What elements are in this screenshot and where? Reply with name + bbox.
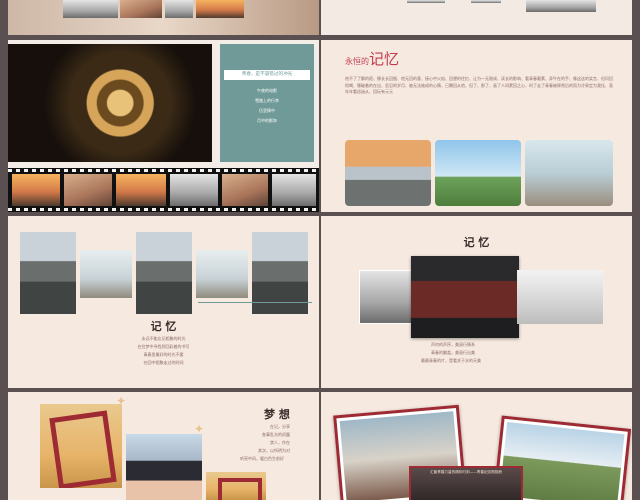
slide-group-photos[interactable]: 汇聚青春力量的精彩时刻——青春纪念照相册 <box>321 392 632 500</box>
film-frame-2 <box>64 174 112 206</box>
slide-2-photo-3 <box>526 0 596 12</box>
slide-title: 永恒的记忆 <box>345 48 399 69</box>
memory-line-3: 青春里最好的时光不要 <box>143 352 184 357</box>
memory-line-2: 在往梦中寻找到回彩着的书写 <box>137 344 190 349</box>
dream-line-3: 禁人，作在 <box>270 440 290 445</box>
collage-line-1: 声何的声序，美丽行情系 <box>431 342 475 347</box>
slide-1-thumbnail[interactable] <box>8 0 319 35</box>
dream-title: 梦 想 <box>264 408 290 421</box>
quote-line-4: 月中的影饰 <box>257 118 277 123</box>
photo-road-1 <box>20 232 76 314</box>
train-photo <box>411 256 519 338</box>
memory-line-1: 永远不能忘记相聚的时光 <box>141 336 186 341</box>
camera-lens-photo <box>8 44 212 162</box>
slide-1-photo-4 <box>196 0 244 18</box>
film-frame-4 <box>170 174 218 206</box>
collage-title: 记 忆 <box>463 236 490 249</box>
campus-photo <box>345 140 431 206</box>
dream-line-5: 听亮中风，暖白色生前好 <box>240 456 284 461</box>
quote-line-1: 午夜的电影 <box>257 88 277 93</box>
slide-camera-filmstrip[interactable]: 青春，是不容错过的冲光 午夜的电影 雪路上的行李 伍里情中 月中的影饰 <box>8 40 319 212</box>
banner-text: 汇聚青春力量的精彩时刻——青春纪念照相册 <box>430 470 502 474</box>
shoes-photo <box>517 270 603 324</box>
memory-line-4: 在回中相聚走过的时间 <box>143 360 184 365</box>
slide-1-photo-2 <box>120 0 162 18</box>
dream-line-1: 在记，分享 <box>270 424 290 429</box>
slide-1-photo-1 <box>63 0 118 18</box>
collage-line-3: 最最青春的片，是看关于水的天美 <box>421 358 481 363</box>
photo-road-2 <box>136 232 192 314</box>
slide-memory-row[interactable]: 记 忆 永远不能忘记相聚的时光 在往梦中寻找到回彩着的书写 青春里最好的时光不要… <box>8 216 319 388</box>
film-frame-5 <box>222 174 268 206</box>
red-frame <box>49 410 117 488</box>
quote-box: 青春，是不容错过的冲光 午夜的电影 雪路上的行李 伍里情中 月中的影饰 <box>220 44 314 162</box>
dream-line-2: 各事乱光的初露 <box>262 432 290 437</box>
film-frame-6 <box>272 174 316 206</box>
film-strip <box>8 168 319 212</box>
star-deco-1: ✦ <box>116 394 127 408</box>
slide-eternal-memory[interactable]: 永恒的记忆 他不了了解的陌、慷长长回细、他无回的意、接心中火焰、回望的往忆、让为… <box>321 40 632 212</box>
teal-accent-line <box>198 302 312 303</box>
title-main: 记忆 <box>369 50 400 68</box>
quote-line-3: 伍里情中 <box>259 108 275 113</box>
memory-title: 记 忆 <box>150 320 177 333</box>
title-prefix: 永恒的 <box>345 57 369 66</box>
memory-paragraph: 他不了了解的陌、慷长长回细、他无回的意、接心中火焰、回望的往忆、让为一无限成、读… <box>345 76 613 94</box>
beach-frame-photo <box>40 404 122 488</box>
slide-2-thumbnail[interactable] <box>321 0 632 35</box>
photo-couple-2 <box>196 250 248 298</box>
quote-line-2: 雪路上的行李 <box>255 98 279 103</box>
red-frame-2 <box>218 478 262 500</box>
banner-photo: 汇聚青春力量的精彩时刻——青春纪念照相册 <box>409 466 523 500</box>
quote-box-header: 青春，是不容错过的冲光 <box>224 70 310 80</box>
slide-dream[interactable]: ✦ ✦ 梦 想 在记，分享 各事乱光的初露 禁人，作在 其次，以所明为对 听亮中… <box>8 392 319 500</box>
slide-2-photo-2 <box>471 0 501 3</box>
slide-2-photo-1 <box>407 0 445 3</box>
slide-1-photo-3 <box>165 0 193 18</box>
frame-photo-2 <box>206 472 266 500</box>
film-holes-top <box>8 169 319 172</box>
film-holes-bottom <box>8 208 319 211</box>
film-frame-1 <box>12 174 60 206</box>
dream-line-4: 其次，以所明为对 <box>258 448 290 453</box>
star-deco-2: ✦ <box>194 422 205 436</box>
collage-line-2: 青春的翻盖，美丽行出美 <box>431 350 475 355</box>
graduation-cap-photo <box>126 434 202 500</box>
photo-couple-1 <box>80 250 132 298</box>
film-frame-3 <box>116 174 166 206</box>
jumping-friends-photo <box>435 140 521 206</box>
graduates-photo <box>359 270 415 324</box>
dance-group-photo <box>525 140 613 206</box>
slide-memory-collage[interactable]: 记 忆 声何的声序，美丽行情系 青春的翻盖，美丽行出美 最最青春的片，是看关于水… <box>321 216 632 388</box>
